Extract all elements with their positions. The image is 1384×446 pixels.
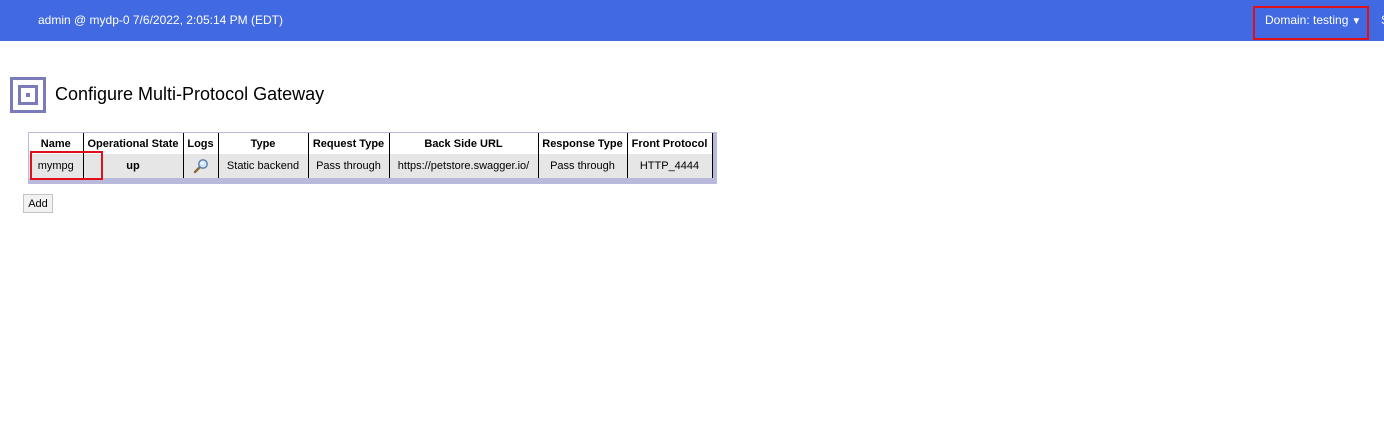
gateway-config-icon <box>10 77 46 113</box>
table-header-row: Name Operational State Logs Type Request… <box>29 133 713 154</box>
column-header-response-type[interactable]: Response Type <box>538 133 628 154</box>
column-header-type[interactable]: Type <box>218 133 309 154</box>
session-info: admin @ mydp-0 7/6/2022, 2:05:14 PM (EDT… <box>38 13 283 27</box>
chevron-down-icon: ▼ <box>1351 16 1362 27</box>
logs-cell <box>183 154 219 178</box>
request-type-cell: Pass through <box>308 154 390 178</box>
front-protocol-cell[interactable]: HTTP_4444 <box>627 154 713 178</box>
page-title: Configure Multi-Protocol Gateway <box>55 84 325 104</box>
column-header-request-type[interactable]: Request Type <box>308 133 390 154</box>
back-side-url-cell: https://petstore.swagger.io/ <box>389 154 539 178</box>
domain-label: Domain: testing <box>1265 13 1349 27</box>
gateway-table: Name Operational State Logs Type Request… <box>29 133 713 178</box>
type-cell: Static backend <box>218 154 309 178</box>
magnifier-icon[interactable] <box>193 158 209 174</box>
top-bar: admin @ mydp-0 7/6/2022, 2:05:14 PM (EDT… <box>0 0 1384 41</box>
column-header-front-protocol[interactable]: Front Protocol <box>627 133 713 154</box>
gateway-name-link[interactable]: mympg <box>29 154 84 178</box>
column-header-name[interactable]: Name <box>29 133 84 154</box>
add-button[interactable]: Add <box>23 194 53 213</box>
response-type-cell: Pass through <box>538 154 628 178</box>
domain-selector[interactable]: Domain: testing ▼ <box>1265 13 1361 27</box>
gateway-table-container: Name Operational State Logs Type Request… <box>28 132 717 184</box>
column-header-operational-state[interactable]: Operational State <box>83 133 184 154</box>
column-header-logs[interactable]: Logs <box>183 133 219 154</box>
column-header-back-side-url[interactable]: Back Side URL <box>389 133 539 154</box>
table-row: mympg up Static backend Pass through htt… <box>29 154 713 178</box>
operational-state-cell: up <box>83 154 184 178</box>
